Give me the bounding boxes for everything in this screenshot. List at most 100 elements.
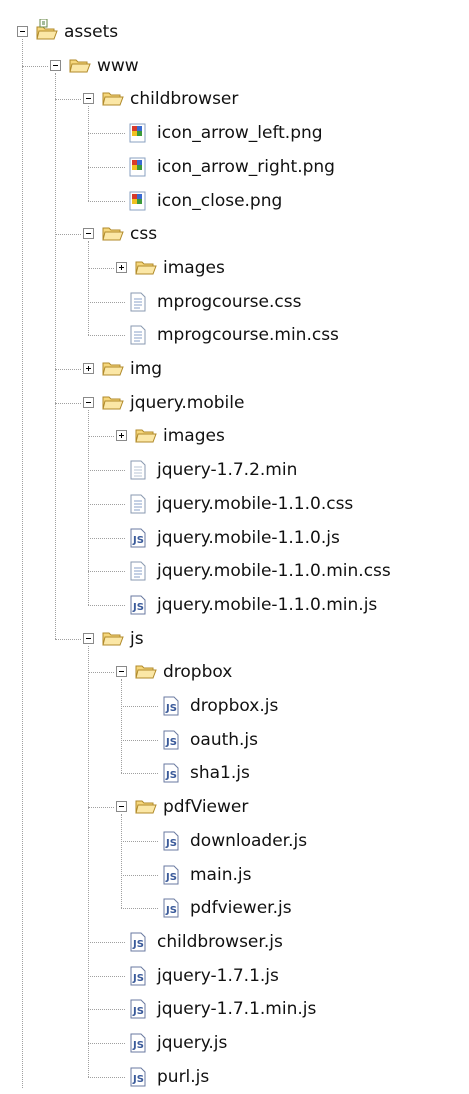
tree-folder-row[interactable]: css (0, 217, 469, 251)
css-file-icon (129, 494, 151, 514)
folder-icon (102, 224, 124, 244)
tree-file-row[interactable]: mprogcourse.css (0, 285, 469, 319)
js-file-icon: JS (129, 932, 151, 952)
tree-item-label: jquery.js (157, 1033, 228, 1053)
tree-file-row[interactable]: JS jquery.js (0, 1026, 469, 1060)
tree-file-row[interactable]: JS downloader.js (0, 824, 469, 858)
js-file-icon: JS (129, 966, 151, 986)
collapse-toggle-icon[interactable] (116, 666, 127, 677)
svg-text:JS: JS (132, 535, 144, 546)
png-file-icon (129, 191, 151, 211)
tree-file-row[interactable]: JS jquery.mobile-1.1.0.js (0, 521, 469, 555)
folder-icon (135, 426, 157, 446)
tree-item-label: mprogcourse.min.css (157, 325, 339, 345)
tree-file-row[interactable]: JS childbrowser.js (0, 925, 469, 959)
tree-file-row[interactable]: mprogcourse.min.css (0, 318, 469, 352)
folder-icon (135, 797, 157, 817)
svg-text:JS: JS (132, 1074, 144, 1085)
folder-icon (69, 56, 91, 76)
folder-icon (102, 629, 124, 649)
tree-folder-row[interactable]: images (0, 251, 469, 285)
png-file-icon (129, 123, 151, 143)
tree-folder-row[interactable]: js (0, 622, 469, 656)
collapse-toggle-icon[interactable] (17, 26, 28, 37)
svg-text:JS: JS (165, 872, 177, 883)
tree-item-label: pdfviewer.js (190, 898, 292, 918)
tree-item-label: mprogcourse.css (157, 292, 302, 312)
tree-file-row[interactable]: JS pdfviewer.js (0, 891, 469, 925)
svg-text:JS: JS (165, 905, 177, 916)
svg-text:JS: JS (132, 1006, 144, 1017)
collapse-toggle-icon[interactable] (50, 60, 61, 71)
tree-item-label: jquery.mobile-1.1.0.min.js (157, 595, 378, 615)
collapse-toggle-icon[interactable] (83, 397, 94, 408)
tree-file-row[interactable]: jquery-1.7.2.min (0, 453, 469, 487)
tree-file-row[interactable]: icon_close.png (0, 184, 469, 218)
tree-item-label: js (130, 629, 144, 649)
tree-folder-row[interactable]: img (0, 352, 469, 386)
tree-item-label: css (130, 224, 158, 244)
text-file-icon (129, 460, 151, 480)
collapse-toggle-icon[interactable] (83, 93, 94, 104)
file-tree: assets www childbrowser icon_arrow_left.png… (0, 0, 469, 1088)
expand-toggle-icon[interactable] (83, 363, 94, 374)
tree-item-label: www (97, 56, 139, 76)
folder-icon (135, 662, 157, 682)
folder-icon (135, 258, 157, 278)
css-file-icon (129, 292, 151, 312)
tree-file-row[interactable]: jquery.mobile-1.1.0.min.css (0, 554, 469, 588)
tree-folder-row[interactable]: dropbox (0, 655, 469, 689)
tree-file-row[interactable]: jquery.mobile-1.1.0.css (0, 487, 469, 521)
tree-item-label: purl.js (157, 1067, 210, 1087)
tree-item-label: childbrowser.js (157, 932, 283, 952)
tree-file-row[interactable]: icon_arrow_right.png (0, 150, 469, 184)
svg-text:JS: JS (132, 1040, 144, 1051)
tree-file-row[interactable]: JS main.js (0, 858, 469, 892)
svg-text:JS: JS (165, 703, 177, 714)
js-file-icon: JS (162, 898, 184, 918)
collapse-toggle-icon[interactable] (83, 228, 94, 239)
tree-item-label: jquery-1.7.2.min (157, 460, 298, 480)
css-file-icon (129, 325, 151, 345)
tree-folder-row[interactable]: assets (0, 15, 469, 49)
tree-folder-row[interactable]: pdfViewer (0, 790, 469, 824)
tree-item-label: jquery.mobile-1.1.0.js (157, 528, 340, 548)
tree-item-label: main.js (190, 865, 252, 885)
tree-file-row[interactable]: JS oauth.js (0, 723, 469, 757)
tree-item-label: childbrowser (130, 89, 239, 109)
expand-toggle-icon[interactable] (116, 430, 127, 441)
tree-item-label: dropbox.js (190, 696, 279, 716)
svg-text:JS: JS (165, 737, 177, 748)
tree-folder-row[interactable]: www (0, 49, 469, 83)
folder-icon (102, 89, 124, 109)
tree-item-label: sha1.js (190, 763, 250, 783)
tree-file-row[interactable]: JS purl.js (0, 1060, 469, 1094)
tree-item-label: jquery.mobile-1.1.0.css (157, 494, 354, 514)
js-file-icon: JS (129, 1067, 151, 1087)
tree-file-row[interactable]: JS jquery.mobile-1.1.0.min.js (0, 588, 469, 622)
tree-item-label: images (163, 258, 225, 278)
source-folder-icon (36, 18, 58, 40)
tree-file-row[interactable]: JS dropbox.js (0, 689, 469, 723)
expand-toggle-icon[interactable] (116, 262, 127, 273)
svg-text:JS: JS (165, 838, 177, 849)
tree-file-row[interactable]: JS jquery-1.7.1.js (0, 959, 469, 993)
tree-item-label: dropbox (163, 662, 233, 682)
tree-file-row[interactable]: JS jquery-1.7.1.min.js (0, 992, 469, 1026)
svg-text:JS: JS (165, 770, 177, 781)
collapse-toggle-icon[interactable] (83, 633, 94, 644)
js-file-icon: JS (129, 528, 151, 548)
tree-item-label: icon_arrow_left.png (157, 123, 323, 143)
collapse-toggle-icon[interactable] (116, 801, 127, 812)
tree-item-label: img (130, 359, 163, 379)
tree-file-row[interactable]: JS sha1.js (0, 756, 469, 790)
tree-item-label: jquery-1.7.1.min.js (157, 999, 317, 1019)
tree-file-row[interactable]: icon_arrow_left.png (0, 116, 469, 150)
tree-folder-row[interactable]: jquery.mobile (0, 386, 469, 420)
tree-folder-row[interactable]: childbrowser (0, 82, 469, 116)
tree-folder-row[interactable]: images (0, 419, 469, 453)
tree-item-label: jquery.mobile-1.1.0.min.css (157, 561, 391, 581)
tree-item-label: images (163, 426, 225, 446)
tree-item-label: downloader.js (190, 831, 308, 851)
tree-item-label: jquery.mobile (130, 393, 245, 413)
